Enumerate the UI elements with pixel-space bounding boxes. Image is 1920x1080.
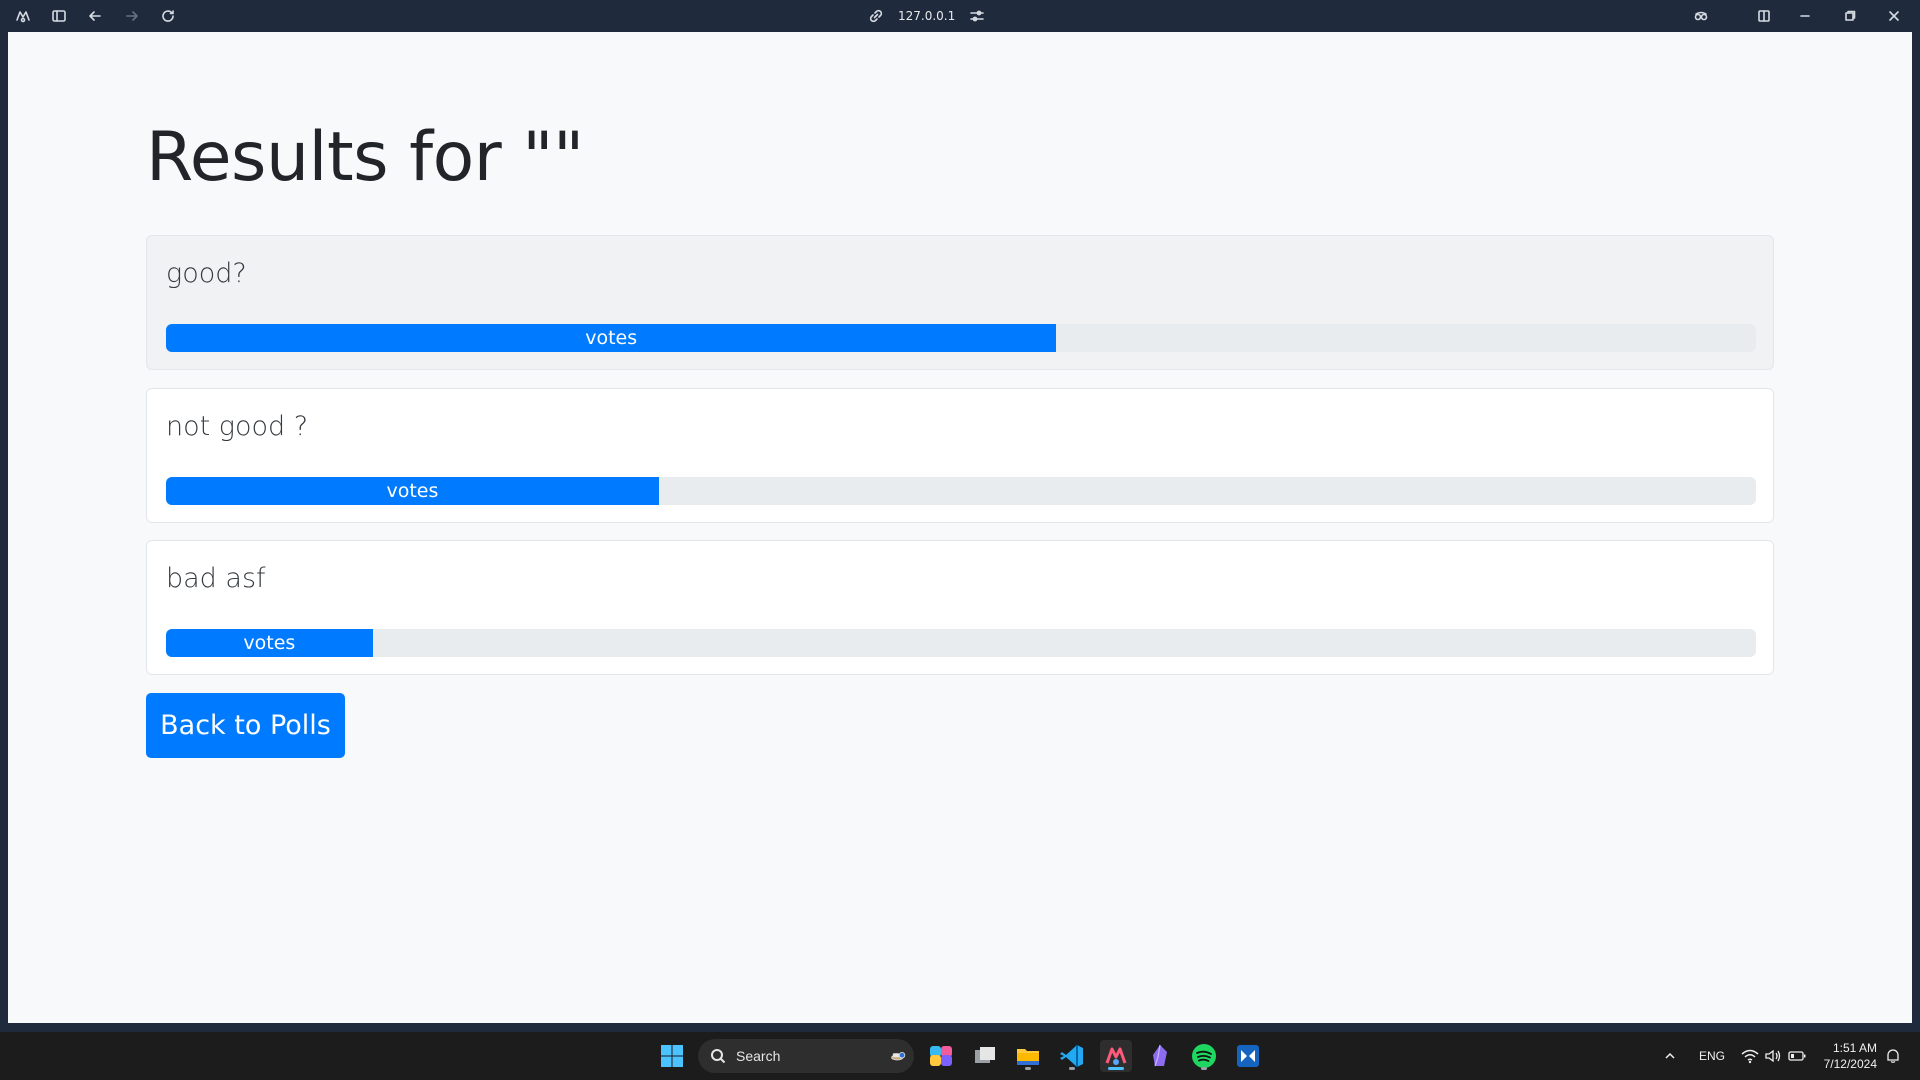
running-indicator xyxy=(1069,1067,1075,1070)
vscode-icon[interactable] xyxy=(1056,1040,1088,1072)
taskbar-clock[interactable]: 1:51 AM 7/12/2024 xyxy=(1815,1040,1877,1072)
result-card[interactable]: good? votes xyxy=(146,235,1774,370)
page-viewport: Results for "" good? votes not good ? vo… xyxy=(8,32,1912,1023)
file-explorer-icon[interactable] xyxy=(1012,1040,1044,1072)
search-highlight-icon xyxy=(890,1048,906,1064)
search-label: Search xyxy=(736,1048,781,1064)
restore-icon[interactable] xyxy=(1838,4,1862,28)
forward-arrow-icon[interactable] xyxy=(120,4,144,28)
progress-bar: votes xyxy=(166,324,1057,352)
extension-icon[interactable] xyxy=(1689,4,1713,28)
windows-start-icon[interactable] xyxy=(656,1040,688,1072)
battery-icon[interactable] xyxy=(1788,1032,1806,1080)
spotify-icon[interactable] xyxy=(1188,1040,1220,1072)
wifi-icon[interactable] xyxy=(1741,1032,1759,1080)
running-indicator xyxy=(1201,1067,1207,1070)
progress-track: votes xyxy=(166,324,1756,352)
progress-bar: votes xyxy=(166,477,659,505)
site-settings-icon[interactable] xyxy=(969,8,985,24)
option-label: bad asf xyxy=(166,563,266,594)
task-view-icon[interactable] xyxy=(969,1040,1001,1072)
reload-icon[interactable] xyxy=(156,4,180,28)
browser-icon[interactable] xyxy=(1100,1040,1132,1072)
show-hidden-icons[interactable] xyxy=(1663,1032,1677,1080)
obsidian-icon[interactable] xyxy=(1144,1040,1176,1072)
option-label: good? xyxy=(166,258,247,289)
taskbar-search[interactable]: Search xyxy=(698,1039,914,1073)
option-label: not good ? xyxy=(166,411,309,442)
back-arrow-icon[interactable] xyxy=(83,4,107,28)
page-title: Results for "" xyxy=(146,118,584,197)
back-to-polls-button[interactable]: Back to Polls xyxy=(146,693,345,758)
url-text[interactable]: 127.0.0.1 xyxy=(898,9,955,23)
progress-bar: votes xyxy=(166,629,373,657)
taskbar: Search ENG 1:51 AM 7/12/2024 xyxy=(0,1032,1920,1080)
volume-icon[interactable] xyxy=(1764,1032,1782,1080)
app-icon[interactable] xyxy=(1232,1040,1264,1072)
clock-time: 1:51 AM xyxy=(1832,1041,1877,1055)
language-indicator[interactable]: ENG xyxy=(1699,1032,1725,1080)
clock-date: 7/12/2024 xyxy=(1823,1057,1877,1071)
result-card[interactable]: bad asf votes xyxy=(146,540,1774,675)
progress-track: votes xyxy=(166,629,1756,657)
active-indicator xyxy=(1108,1067,1124,1070)
progress-track: votes xyxy=(166,477,1756,505)
browser-toolbar: 127.0.0.1 xyxy=(0,0,1920,32)
close-icon[interactable] xyxy=(1882,4,1906,28)
sidebar-toggle-icon[interactable] xyxy=(47,4,71,28)
running-indicator xyxy=(1025,1067,1031,1070)
result-card[interactable]: not good ? votes xyxy=(146,388,1774,523)
search-icon xyxy=(710,1048,726,1064)
minimize-icon[interactable] xyxy=(1793,4,1817,28)
copilot-icon[interactable] xyxy=(925,1040,957,1072)
browser-menu-icon[interactable] xyxy=(11,4,35,28)
link-icon xyxy=(868,8,884,24)
address-bar[interactable]: 127.0.0.1 xyxy=(868,4,985,28)
notification-icon[interactable] xyxy=(1885,1032,1901,1080)
split-view-icon[interactable] xyxy=(1752,4,1776,28)
